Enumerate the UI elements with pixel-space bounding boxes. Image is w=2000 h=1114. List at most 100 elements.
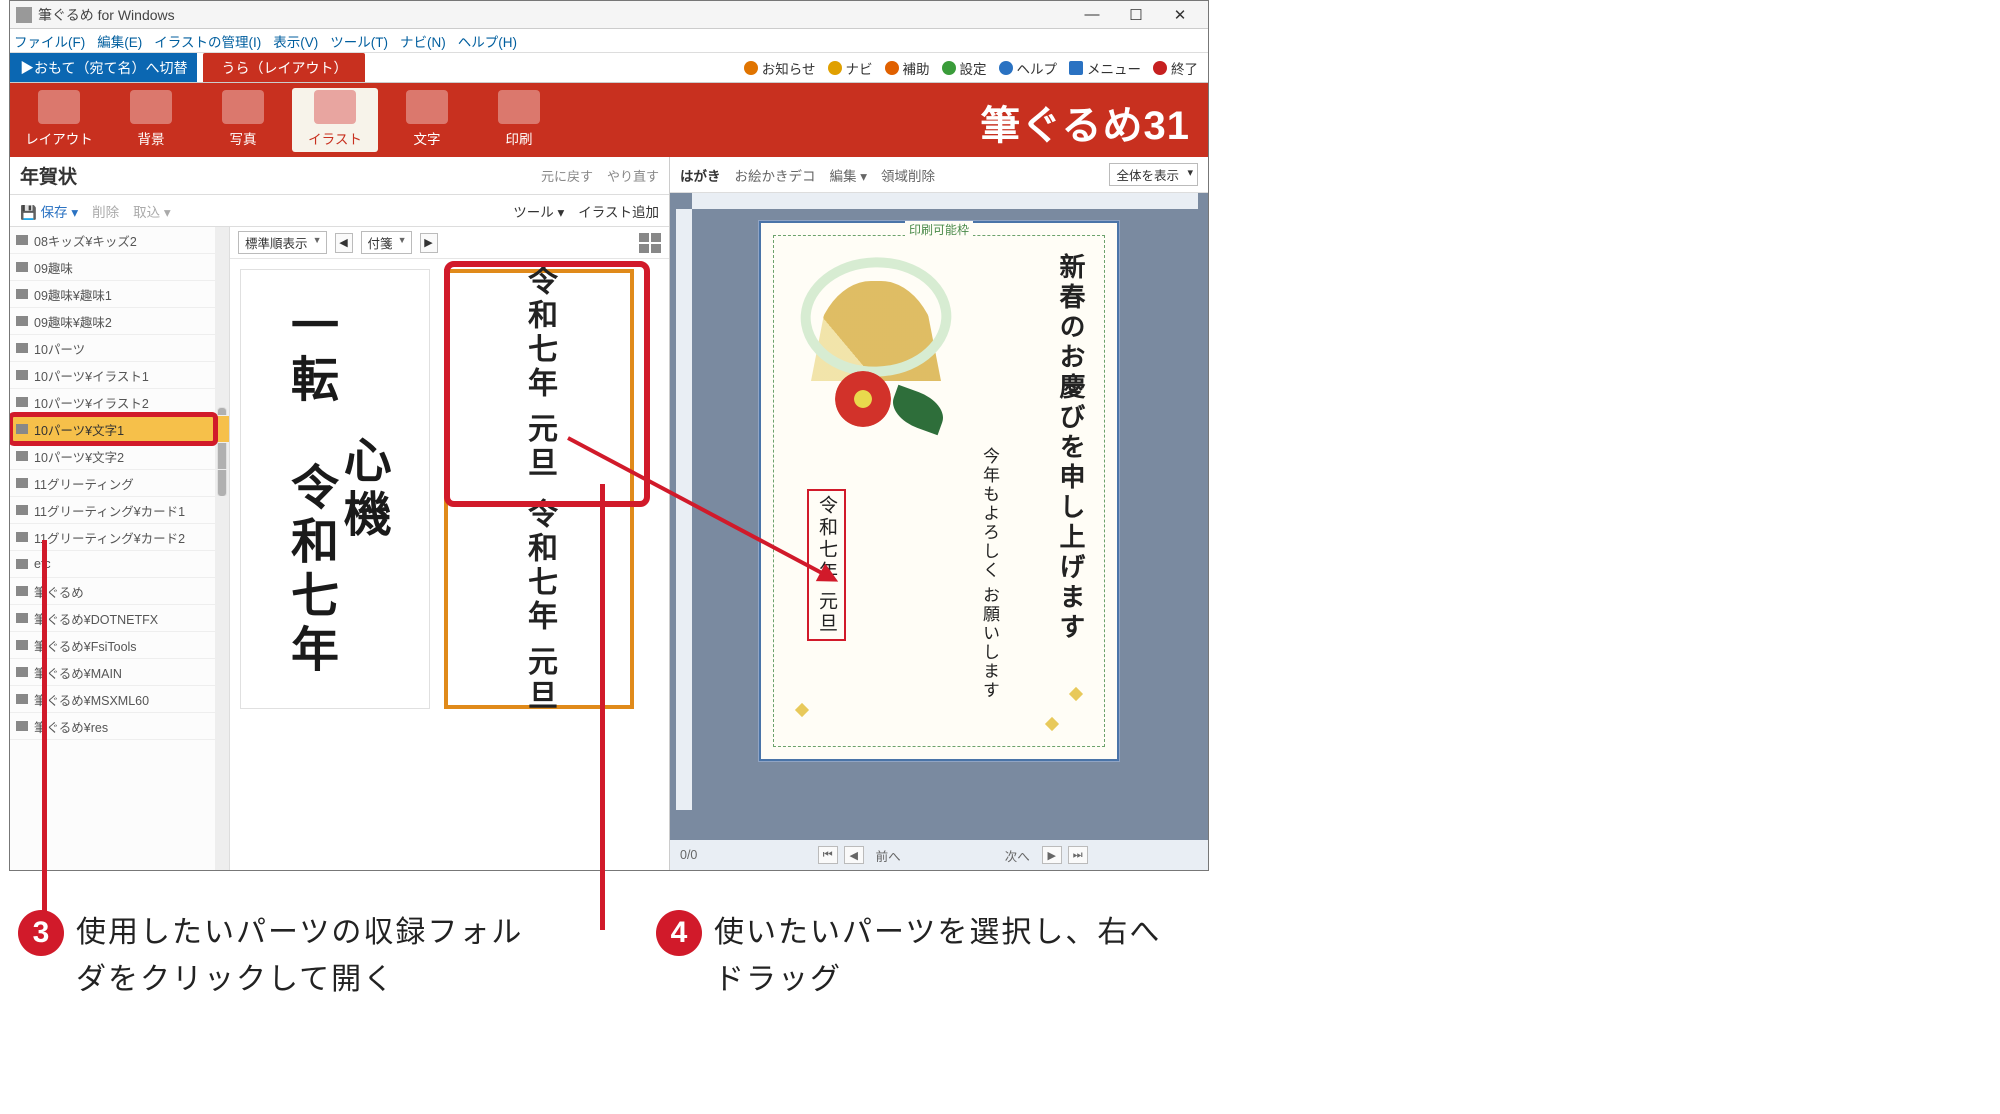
edit-dropdown[interactable]: 編集 ▾ bbox=[830, 165, 868, 185]
ribbon-text[interactable]: 文字 bbox=[384, 88, 470, 152]
left-body: 08キッズ¥キッズ209趣味09趣味¥趣味109趣味¥趣味210パーツ10パーツ… bbox=[10, 227, 669, 870]
folder-item[interactable]: 筆ぐるめ¥FsiTools bbox=[10, 632, 229, 659]
navi-button[interactable]: ナビ bbox=[828, 58, 873, 78]
top-tools: お知らせ ナビ 補助 設定 ヘルプ メニュー 終了 bbox=[744, 53, 1208, 82]
folder-item[interactable]: 筆ぐるめ¥DOTNETFX bbox=[10, 605, 229, 632]
folder-item[interactable]: 09趣味¥趣味1 bbox=[10, 281, 229, 308]
exit-button[interactable]: 終了 bbox=[1153, 58, 1198, 78]
pager-last[interactable]: ⏭ bbox=[1068, 846, 1088, 864]
greeting-main[interactable]: 新春のお慶びを申し上げます bbox=[1052, 253, 1089, 643]
left-toolbar: 💾 保存 ▾ 削除 取込 ▾ ツール ▾ イラスト追加 bbox=[10, 195, 669, 227]
folder-item[interactable]: 11グリーティング¥カード2 bbox=[10, 524, 229, 551]
bell-icon bbox=[744, 61, 758, 75]
thumb1-text1: 心機一転 令和七年 bbox=[282, 300, 388, 678]
folder-item[interactable]: 筆ぐるめ¥res bbox=[10, 713, 229, 740]
menu-button[interactable]: メニュー bbox=[1069, 58, 1141, 78]
folder-item[interactable]: 筆ぐるめ bbox=[10, 578, 229, 605]
folder-item[interactable]: 11グリーティング¥カード1 bbox=[10, 497, 229, 524]
zoom-dropdown[interactable]: 全体を表示 bbox=[1109, 163, 1198, 186]
undo-button[interactable]: 元に戻す bbox=[541, 166, 593, 185]
oshirase-button[interactable]: お知らせ bbox=[744, 58, 816, 78]
settings-button[interactable]: 設定 bbox=[942, 58, 987, 78]
badge-3: 3 bbox=[18, 910, 64, 956]
folder-item[interactable]: 10パーツ¥文字1 bbox=[10, 416, 229, 443]
ribbon-layout[interactable]: レイアウト bbox=[16, 88, 102, 152]
ribbon-print[interactable]: 印刷 bbox=[476, 88, 562, 152]
menu-navi[interactable]: ナビ(N) bbox=[400, 31, 446, 51]
close-button[interactable]: ✕ bbox=[1158, 1, 1202, 29]
greeting-sub[interactable]: 今年もよろしく お願いします bbox=[973, 447, 1005, 700]
menu-view[interactable]: 表示(V) bbox=[273, 31, 318, 51]
import-button[interactable]: 取込 ▾ bbox=[133, 201, 171, 221]
brand-logo: 筆ぐるめ31 bbox=[980, 93, 1190, 151]
illust-icon bbox=[314, 90, 356, 124]
sort-dropdown[interactable]: 標準順表示 bbox=[238, 231, 327, 254]
tool-dropdown[interactable]: ツール ▾ bbox=[513, 201, 564, 221]
ribbon-illust[interactable]: イラスト bbox=[292, 88, 378, 152]
ruler-vertical bbox=[676, 209, 692, 810]
pager-first[interactable]: ⏮ bbox=[818, 846, 838, 864]
app-icon bbox=[16, 7, 32, 23]
ribbon-photo[interactable]: 写真 bbox=[200, 88, 286, 152]
print-frame-label: 印刷可能枠 bbox=[905, 221, 973, 238]
menu-tool[interactable]: ツール(T) bbox=[330, 31, 388, 51]
maximize-button[interactable]: ☐ bbox=[1114, 1, 1158, 29]
switch-front-button[interactable]: ▶おもて（宛て名）へ切替 bbox=[10, 53, 197, 82]
close-icon bbox=[1153, 61, 1167, 75]
folder-item[interactable]: etc bbox=[10, 551, 229, 578]
thumbnail-grid: 心機一転 令和七年 令和七年 元旦 令和七年 元旦 bbox=[230, 259, 669, 870]
postcard-canvas[interactable]: 印刷可能枠 新春のお慶びを申し上げます 今年もよろしく お願いします 令和七年 … bbox=[759, 221, 1119, 761]
thumb2-text1: 令和七年 元旦 bbox=[517, 265, 561, 481]
canvas-toolbar: はがき お絵かきデコ 編集 ▾ 領域削除 全体を表示 bbox=[670, 157, 1208, 193]
thumbnail-2[interactable]: 令和七年 元旦 令和七年 元旦 bbox=[444, 269, 634, 709]
menu-file[interactable]: ファイル(F) bbox=[14, 31, 85, 51]
menu-illust-mgmt[interactable]: イラストの管理(I) bbox=[154, 31, 261, 51]
ribbon-background[interactable]: 背景 bbox=[108, 88, 194, 152]
tag-dropdown[interactable]: 付箋 bbox=[361, 231, 412, 254]
thumb-prev[interactable]: ◀ bbox=[335, 233, 353, 253]
oekaki-button[interactable]: お絵かきデコ bbox=[735, 165, 816, 185]
gear-icon bbox=[942, 61, 956, 75]
folder-item[interactable]: 09趣味¥趣味2 bbox=[10, 308, 229, 335]
add-illust-button[interactable]: イラスト追加 bbox=[578, 201, 659, 221]
minimize-button[interactable]: — bbox=[1070, 1, 1114, 29]
leaf-icon bbox=[887, 385, 949, 435]
thumbnail-toolbar: 標準順表示 ◀ 付箋 ▶ bbox=[230, 227, 669, 259]
folder-item[interactable]: 筆ぐるめ¥MAIN bbox=[10, 659, 229, 686]
canvas-type-label: はがき bbox=[680, 165, 721, 185]
navi-icon bbox=[828, 61, 842, 75]
redo-button[interactable]: やり直す bbox=[607, 166, 659, 185]
pager-bar: 0/0 ⏮ ◀ 前へ 次へ ▶ ⏭ bbox=[670, 840, 1208, 870]
folder-item[interactable]: 筆ぐるめ¥MSXML60 bbox=[10, 686, 229, 713]
folder-item[interactable]: 10パーツ bbox=[10, 335, 229, 362]
folder-item[interactable]: 10パーツ¥イラスト1 bbox=[10, 362, 229, 389]
pager-next[interactable]: ▶ bbox=[1042, 846, 1062, 864]
pager-prev[interactable]: ◀ bbox=[844, 846, 864, 864]
folder-item[interactable]: 10パーツ¥イラスト2 bbox=[10, 389, 229, 416]
callout-3: 3 使用したいパーツの収録フォルダをクリックして開く bbox=[18, 910, 546, 1003]
grid-view-icon[interactable] bbox=[639, 233, 661, 253]
thumbnail-1[interactable]: 心機一転 令和七年 bbox=[240, 269, 430, 709]
photo-icon bbox=[222, 90, 264, 124]
thumb2-text2: 令和七年 元旦 bbox=[517, 498, 561, 714]
region-delete-button[interactable]: 領域削除 bbox=[881, 165, 935, 185]
thumb-next[interactable]: ▶ bbox=[420, 233, 438, 253]
menu-help[interactable]: ヘルプ(H) bbox=[458, 31, 517, 51]
delete-button[interactable]: 削除 bbox=[92, 201, 119, 221]
folder-item[interactable]: 11グリーティング bbox=[10, 470, 229, 497]
menu-edit[interactable]: 編集(E) bbox=[97, 31, 142, 51]
folder-item[interactable]: 09趣味 bbox=[10, 254, 229, 281]
page-count: 0/0 bbox=[680, 848, 697, 862]
callouts: 3 使用したいパーツの収録フォルダをクリックして開く 4 使いたいパーツを選択し… bbox=[0, 910, 1400, 1003]
category-tabbar: 年賀状 元に戻す やり直す bbox=[10, 157, 669, 195]
menubar: ファイル(F) 編集(E) イラストの管理(I) 表示(V) ツール(T) ナビ… bbox=[10, 29, 1208, 53]
save-button[interactable]: 💾 保存 ▾ bbox=[20, 201, 78, 221]
right-panel: はがき お絵かきデコ 編集 ▾ 領域削除 全体を表示 印刷可能枠 bbox=[670, 157, 1208, 870]
tab-back-layout[interactable]: うら（レイアウト） bbox=[203, 53, 365, 82]
hojo-button[interactable]: 補助 bbox=[885, 58, 930, 78]
titlebar: 筆ぐるめ for Windows — ☐ ✕ bbox=[10, 1, 1208, 29]
folder-list[interactable]: 08キッズ¥キッズ209趣味09趣味¥趣味109趣味¥趣味210パーツ10パーツ… bbox=[10, 227, 230, 870]
help-button[interactable]: ヘルプ bbox=[999, 58, 1058, 78]
folder-item[interactable]: 08キッズ¥キッズ2 bbox=[10, 227, 229, 254]
folder-item[interactable]: 10パーツ¥文字2 bbox=[10, 443, 229, 470]
